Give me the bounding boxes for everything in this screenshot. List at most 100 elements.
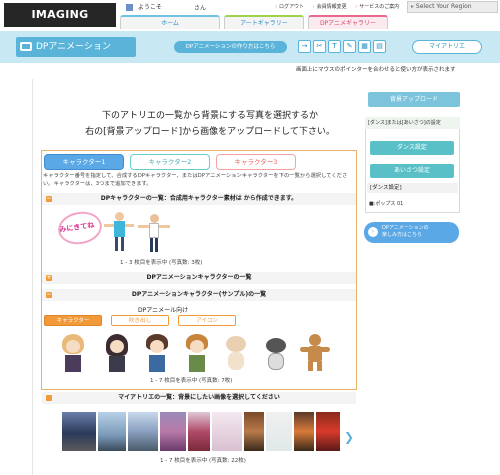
- character-tab-3[interactable]: キャラクター3: [216, 154, 296, 170]
- instruction-line-1: 下のアトリエの一覧から背景にする写真を選択するか: [101, 111, 319, 121]
- enjoy-guide-button[interactable]: › DPアニメーションの 楽しみ方はこちら: [364, 222, 459, 243]
- atelier-thumbnail[interactable]: [266, 412, 292, 451]
- atelier-thumbnail[interactable]: [62, 412, 96, 451]
- character-figure-2[interactable]: [138, 214, 170, 254]
- dp-anime-sample-list-header[interactable]: − DPアニメーションキャラクター(サンプル)の一覧: [42, 289, 356, 301]
- atelier-thumbnail[interactable]: [316, 412, 340, 451]
- my-atelier-list-header[interactable]: マイアトリエの一覧：背景にしたい画像を選択してください: [42, 392, 356, 404]
- character-body: [228, 352, 244, 370]
- character-head: [226, 336, 246, 352]
- figure-leg: [155, 238, 158, 252]
- cut-tool-icon[interactable]: ✂: [313, 40, 326, 53]
- character-description: キャラクター番号を指定して、合成するDPキャラクター、またはDPアニメーションキ…: [43, 173, 348, 187]
- character-count-text: 1 - 3 枚目を表示中 (写真数: 3枚): [120, 260, 203, 266]
- usage-hint: 画面上にマウスのポインターを合わせると使い方が表示されます: [296, 67, 456, 73]
- subtab-icon[interactable]: アイコン: [178, 315, 236, 326]
- character-figure-1[interactable]: [104, 212, 134, 254]
- sample-character-1[interactable]: [60, 334, 86, 372]
- enjoy-guide-line-1: DPアニメーションの: [382, 225, 429, 231]
- collapse-icon: [46, 395, 52, 401]
- dance-settings-label: [ダンス設定]: [367, 183, 458, 193]
- atelier-thumbnail[interactable]: [212, 412, 242, 451]
- figure-body: [114, 221, 125, 237]
- welcome-area: ようこそ さん: [126, 2, 266, 13]
- dance-settings-button[interactable]: ダンス設定: [370, 141, 454, 155]
- grid-tool-icon[interactable]: ▦: [358, 40, 371, 53]
- pen-tool-icon[interactable]: ✎: [343, 40, 356, 53]
- character-tab-2[interactable]: キャラクター2: [130, 154, 210, 170]
- text-tool-icon[interactable]: T: [328, 40, 341, 53]
- enjoy-guide-line-2: 楽しみ方はこちら: [382, 232, 423, 238]
- character-body: [189, 355, 205, 372]
- dp-anime-character-list-header[interactable]: + DPアニメーションキャラクターの一覧: [42, 272, 356, 284]
- sample-count-text: 1 - 7 枚目を表示中 (写真数: 7枚): [150, 378, 233, 384]
- sample-character-gingerbread[interactable]: [300, 334, 330, 372]
- expand-icon: +: [46, 274, 52, 281]
- atelier-count-text: 1 - 7 枚目を表示中 (写真数: 22枚): [160, 458, 246, 464]
- page-title: DPアニメーション: [16, 37, 136, 57]
- atelier-thumbnail[interactable]: [128, 412, 158, 451]
- howto-button[interactable]: DPアニメーションの作り方はこちら: [174, 41, 287, 53]
- character-face: [190, 340, 204, 353]
- tab-art-gallery[interactable]: アートギャラリー: [224, 15, 304, 29]
- top-links: ログアウト 会員情報変更 サービスのご案内: [275, 3, 406, 10]
- character-face: [66, 340, 80, 353]
- anime-mail-subtitle: DPアニメール向け: [138, 307, 189, 314]
- service-guide-link[interactable]: サービスのご案内: [355, 4, 399, 10]
- character-leg: [317, 361, 322, 371]
- character-leg: [308, 361, 313, 371]
- character-body: [308, 346, 322, 362]
- atelier-thumbnail[interactable]: [160, 412, 186, 451]
- member-info-link[interactable]: 会員情報変更: [313, 4, 347, 10]
- list-tool-icon[interactable]: ▤: [373, 40, 386, 53]
- character-body: [149, 355, 165, 372]
- site-logo[interactable]: IMAGING SQUARE: [4, 3, 116, 45]
- user-icon: [126, 4, 133, 11]
- dp-character-list-header[interactable]: − DPキャラクターの一覧：合成用キャラクター素材は から作成できます。: [42, 193, 356, 205]
- region-selector[interactable]: Select Your Region: [407, 1, 498, 13]
- character-tab-1[interactable]: キャラクター1: [44, 154, 124, 170]
- arrow-tool-icon[interactable]: →: [298, 40, 311, 53]
- my-atelier-button[interactable]: マイアトリエ: [412, 40, 482, 54]
- atelier-thumbnail[interactable]: [294, 412, 314, 451]
- tab-dp-anime-gallery[interactable]: DPアニメギャラリー: [308, 15, 388, 29]
- character-face: [150, 340, 164, 353]
- welcome-text: ようこそ: [137, 4, 162, 11]
- character-body: [65, 355, 81, 372]
- instruction-text: 下のアトリエの一覧から背景にする写真を選択するか 右の[背景アップロード]から画…: [76, 108, 344, 140]
- figure-body: [149, 223, 159, 238]
- selected-dance-label: ■:ポップス 01: [369, 201, 404, 207]
- tab-home[interactable]: ホーム: [120, 15, 220, 29]
- sample-character-cat[interactable]: [262, 336, 290, 372]
- settings-panel-header: [ダンス]または[あいさつ]の設定: [365, 117, 460, 129]
- atelier-thumbnail[interactable]: [244, 412, 264, 451]
- figure-leg: [150, 238, 153, 252]
- page-title-text: DPアニメーション: [36, 42, 111, 52]
- figure-head: [150, 214, 159, 223]
- sample-character-dog[interactable]: [222, 336, 250, 372]
- character-body: [268, 353, 284, 370]
- figure-head: [115, 212, 124, 221]
- background-upload-button[interactable]: 背景アップロード: [368, 92, 460, 107]
- figure-leg: [115, 237, 118, 251]
- section-title: DPアニメーションキャラクターの一覧: [146, 274, 252, 281]
- greeting-settings-button[interactable]: あいさつ設定: [370, 164, 454, 178]
- figure-leg: [121, 237, 124, 251]
- atelier-thumbnail[interactable]: [188, 412, 210, 451]
- character-head: [309, 334, 321, 346]
- collapse-icon: −: [46, 291, 52, 298]
- sample-character-4[interactable]: [184, 334, 210, 372]
- camera-icon: [20, 42, 32, 51]
- character-face: [110, 340, 124, 353]
- arrow-right-icon: ›: [368, 227, 378, 237]
- next-page-arrow-icon[interactable]: ❯: [344, 430, 354, 444]
- subtab-character[interactable]: キャラクター: [44, 315, 102, 326]
- section-title: DPキャラクターの一覧：合成用キャラクター素材は から作成できます。: [100, 195, 298, 202]
- sample-character-2[interactable]: [104, 334, 130, 372]
- subtab-speech-bubble[interactable]: 吹き出し: [111, 315, 169, 326]
- section-title: DPアニメーションキャラクター(サンプル)の一覧: [131, 291, 267, 298]
- sample-character-3[interactable]: [144, 334, 170, 372]
- atelier-thumbnail[interactable]: [98, 412, 126, 451]
- logout-link[interactable]: ログアウト: [275, 4, 304, 10]
- instruction-line-2: 右の[背景アップロード]から画像をアップロードして下さい。: [85, 127, 335, 137]
